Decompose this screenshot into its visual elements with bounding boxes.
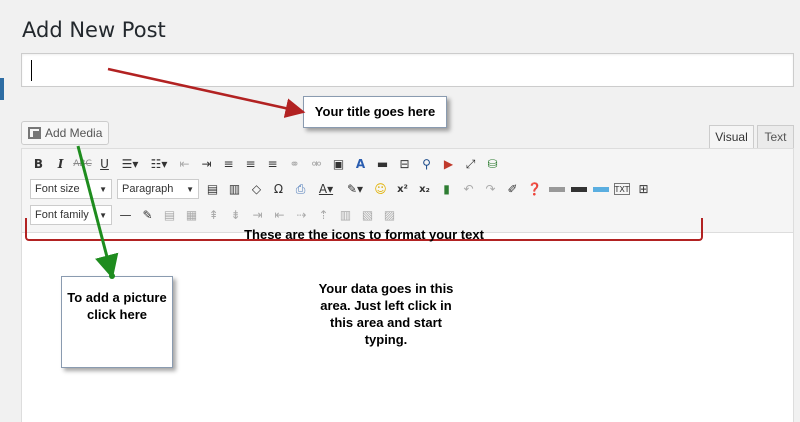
tab-text[interactable]: Text — [757, 125, 794, 149]
align-left-icon[interactable]: ≡ — [220, 156, 237, 173]
bullet-list-icon[interactable]: ☰▾ — [118, 156, 142, 173]
print-icon[interactable]: ⎙ — [292, 181, 309, 198]
paste-text-icon[interactable]: ▤ — [204, 181, 221, 198]
read-more-icon[interactable]: ▬ — [374, 156, 391, 173]
add-media-button[interactable]: Add Media — [21, 121, 109, 145]
text-color-icon[interactable]: A▾ — [314, 181, 338, 198]
admin-menu-edge — [0, 78, 4, 100]
toolbar-row-2: Font size ▼ Paragraph ▼ ▤ ▥ ◇ Ω ⎙ A▾ ✎▾ … — [30, 178, 652, 200]
highlight-icon[interactable]: ✎▾ — [343, 181, 367, 198]
find-icon[interactable]: ⚲ — [418, 156, 435, 173]
indent-icon[interactable]: ⇥ — [198, 156, 215, 173]
outdent-icon[interactable]: ⇤ — [176, 156, 193, 173]
edit-image-icon[interactable]: ✐ — [504, 181, 521, 198]
table-icon[interactable]: ⊞ — [635, 181, 652, 198]
superscript-button[interactable]: x² — [394, 181, 411, 198]
data-area-note: Your data goes in this area. Just left c… — [318, 281, 454, 347]
post-title-input[interactable] — [21, 53, 794, 87]
underline-button[interactable]: U — [96, 156, 113, 173]
strikethrough-button[interactable]: ABC — [73, 156, 91, 173]
paste-word-icon[interactable]: ▥ — [226, 181, 243, 198]
media-callout: To add a picture click here — [61, 276, 173, 368]
subscript-button[interactable]: x₂ — [416, 181, 433, 198]
horizontal-rule-dark-icon[interactable] — [570, 181, 587, 198]
toolbar-row-1: B I ABC U ☰▾ ☷▾ ⇤ ⇥ ≡ ≡ ≡ ⚭ ⚮ ▣ A ▬ ⊟ ⚲ … — [30, 153, 501, 175]
align-right-icon[interactable]: ≡ — [264, 156, 281, 173]
link-icon[interactable]: ⚭ — [286, 156, 303, 173]
font-size-select[interactable]: Font size ▼ — [30, 179, 112, 199]
special-char-button[interactable]: Ω — [270, 181, 287, 198]
database-icon[interactable]: ⛁ — [484, 156, 501, 173]
title-callout: Your title goes here — [303, 96, 447, 128]
undo-icon[interactable]: ↶ — [460, 181, 477, 198]
media-icon — [28, 127, 41, 139]
horizontal-rule-icon[interactable] — [548, 181, 565, 198]
spellcheck-icon[interactable]: A — [352, 156, 369, 173]
video-icon[interactable]: ▶ — [440, 156, 457, 173]
help-icon[interactable]: ❓ — [526, 181, 543, 198]
add-media-label: Add Media — [45, 126, 103, 140]
numbered-list-icon[interactable]: ☷▾ — [147, 156, 171, 173]
emoticon-icon[interactable]: ☺ — [372, 181, 389, 198]
chevron-down-icon: ▼ — [186, 184, 194, 194]
unlink-icon[interactable]: ⚮ — [308, 156, 325, 173]
redo-icon[interactable]: ↷ — [482, 181, 499, 198]
horizontal-rule-blue-icon[interactable] — [592, 181, 609, 198]
page-title: Add New Post — [22, 18, 166, 42]
clear-format-icon[interactable]: ◇ — [248, 181, 265, 198]
text-box-icon[interactable]: TXT — [614, 183, 630, 195]
chevron-down-icon: ▼ — [99, 184, 107, 194]
paragraph-label: Paragraph — [122, 183, 174, 195]
align-center-icon[interactable]: ≡ — [242, 156, 259, 173]
toolbar-caption: These are the icons to format your text — [244, 227, 484, 242]
italic-button[interactable]: I — [52, 156, 69, 173]
media-strip-icon[interactable]: ▮ — [438, 181, 455, 198]
insert-media-icon[interactable]: ▣ — [330, 156, 347, 173]
bold-button[interactable]: B — [30, 156, 47, 173]
page-break-icon[interactable]: ⊟ — [396, 156, 413, 173]
fullscreen-icon[interactable]: ⤢ — [462, 156, 479, 173]
text-caret — [31, 60, 32, 81]
tab-visual[interactable]: Visual — [709, 125, 754, 149]
paragraph-select[interactable]: Paragraph ▼ — [117, 179, 199, 199]
font-size-label: Font size — [35, 183, 80, 195]
